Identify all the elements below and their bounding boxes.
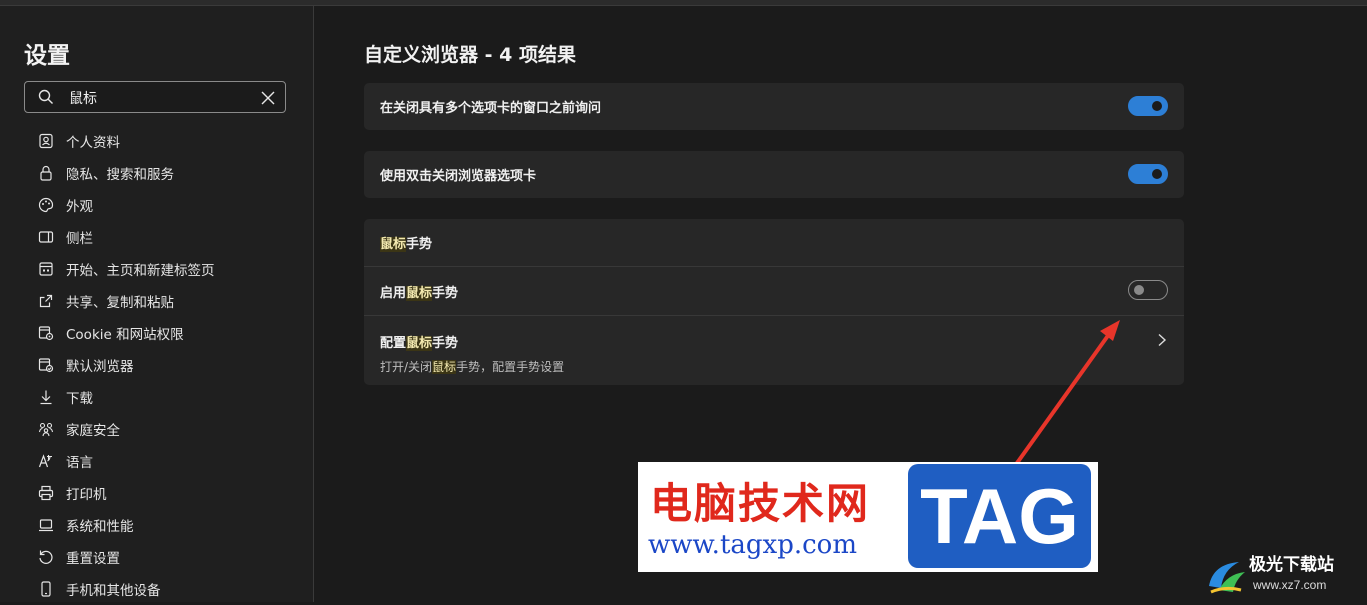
sidebar-item-downloads[interactable]: 下载	[0, 381, 313, 413]
lock-icon	[38, 165, 54, 181]
sidebar-item-system[interactable]: 系统和性能	[0, 509, 313, 541]
sidebar-item-family[interactable]: 家庭安全	[0, 413, 313, 445]
sidebar-title: 设置	[24, 43, 70, 69]
sidebar-item-label: 家庭安全	[66, 423, 120, 439]
sidebar-item-label: 侧栏	[66, 231, 93, 247]
search-highlight: 鼠标	[380, 237, 407, 252]
laptop-icon	[38, 517, 54, 533]
sidebar-item-sidebar[interactable]: 侧栏	[0, 221, 313, 253]
label-prefix: 启用	[380, 285, 407, 301]
setting-card-close-warning: 在关闭具有多个选项卡的窗口之前询问	[364, 83, 1184, 130]
sidebar-item-start-home[interactable]: 开始、主页和新建标签页	[0, 253, 313, 285]
watermark-tag-logo: TAG	[908, 464, 1091, 568]
printer-icon	[38, 485, 54, 501]
desc-prefix: 打开/关闭	[380, 360, 433, 374]
configure-mouse-gesture-row[interactable]: 配置鼠标手势 打开/关闭鼠标手势，配置手势设置	[364, 316, 1184, 385]
watermark-url: www.tagxp.com	[648, 530, 857, 560]
site-permissions-icon	[38, 325, 54, 341]
double-click-close-toggle[interactable]	[1128, 164, 1168, 184]
share-icon	[38, 293, 54, 309]
setting-label: 配置鼠标手势	[380, 332, 458, 351]
search-highlight: 鼠标	[406, 336, 433, 351]
profile-icon	[38, 133, 54, 149]
sidebar-item-label: 语言	[66, 455, 93, 471]
sidebar-item-label: 外观	[66, 199, 93, 215]
sidebar-item-label: 下载	[66, 391, 93, 407]
download-icon	[38, 389, 54, 405]
aurora-logo-icon	[1205, 556, 1249, 596]
setting-card-double-click: 使用双击关闭浏览器选项卡	[364, 151, 1184, 198]
sidebar-item-label: Cookie 和网站权限	[66, 327, 184, 343]
mouse-gesture-card: 鼠标手势 启用鼠标手势 配置鼠标手势 打开/关闭鼠标手势，配置手势设置	[364, 219, 1184, 385]
sidebar-item-label: 重置设置	[66, 551, 120, 567]
sidebar-item-cookies[interactable]: Cookie 和网站权限	[0, 317, 313, 349]
page-title: 自定义浏览器 - 4 项结果	[364, 44, 576, 66]
sidebar-nav: 个人资料 隐私、搜索和服务 外观 侧栏 开始、主页和新建标签页 共享、复制和粘贴…	[0, 125, 313, 605]
sidebar-item-label: 个人资料	[66, 135, 120, 151]
sidebar-item-label: 系统和性能	[66, 519, 134, 535]
search-highlight: 鼠标	[432, 360, 457, 374]
search-highlight: 鼠标	[406, 285, 433, 301]
watermark-banner: 电脑技术网 www.tagxp.com TAG	[638, 462, 1098, 572]
search-input[interactable]: 鼠标	[69, 88, 97, 108]
label-suffix: 手势	[432, 336, 459, 351]
sidebar-item-language[interactable]: 语言	[0, 445, 313, 477]
heading-rest: 手势	[406, 237, 433, 252]
settings-sidebar: 设置 鼠标 个人资料 隐私、搜索和服务 外观 侧栏 开始、主页和新建标签页 共享…	[0, 6, 314, 602]
sidebar-item-default-browser[interactable]: 默认浏览器	[0, 349, 313, 381]
sidebar-item-appearance[interactable]: 外观	[0, 189, 313, 221]
clear-search-icon[interactable]	[261, 90, 275, 105]
watermark-site-name: 电脑技术网	[650, 479, 871, 528]
sidebar-item-label: 手机和其他设备	[66, 583, 161, 599]
toggle-knob	[1152, 169, 1162, 179]
sidebar-item-label: 共享、复制和粘贴	[66, 295, 174, 311]
enable-mouse-gesture-toggle[interactable]	[1128, 280, 1168, 300]
setting-label: 在关闭具有多个选项卡的窗口之前询问	[380, 101, 602, 116]
sidebar-item-label: 打印机	[66, 487, 107, 503]
language-icon	[38, 453, 54, 469]
setting-row-double-click: 使用双击关闭浏览器选项卡	[364, 151, 1184, 198]
corner-logo-url: www.xz7.com	[1253, 578, 1327, 592]
label-suffix: 手势	[432, 285, 459, 301]
enable-mouse-gesture-row: 启用鼠标手势	[364, 267, 1184, 315]
sidebar-item-privacy[interactable]: 隐私、搜索和服务	[0, 157, 313, 189]
toggle-knob	[1134, 285, 1144, 295]
setting-row-close-warning: 在关闭具有多个选项卡的窗口之前询问	[364, 83, 1184, 130]
setting-label: 使用双击关闭浏览器选项卡	[380, 169, 537, 184]
mouse-gesture-heading: 鼠标手势	[380, 233, 432, 252]
setting-label: 启用鼠标手势	[380, 282, 458, 301]
sidebar-item-share[interactable]: 共享、复制和粘贴	[0, 285, 313, 317]
close-warning-toggle[interactable]	[1128, 96, 1168, 116]
search-icon	[38, 89, 54, 105]
sidebar-item-printers[interactable]: 打印机	[0, 477, 313, 509]
sidebar-item-label: 开始、主页和新建标签页	[66, 263, 215, 279]
sidebar-item-profile[interactable]: 个人资料	[0, 125, 313, 157]
setting-description: 打开/关闭鼠标手势，配置手势设置	[380, 358, 564, 375]
home-page-icon	[38, 261, 54, 277]
toggle-knob	[1152, 101, 1162, 111]
family-icon	[38, 421, 54, 437]
sidebar-item-label: 隐私、搜索和服务	[66, 167, 174, 183]
sidebar-item-label: 默认浏览器	[66, 359, 134, 375]
corner-logo-name: 极光下载站	[1249, 555, 1334, 575]
default-browser-icon	[38, 357, 54, 373]
desc-suffix: 手势，配置手势设置	[456, 360, 565, 374]
search-settings-box[interactable]: 鼠标	[24, 81, 286, 113]
label-prefix: 配置	[380, 336, 407, 351]
sidebar-icon	[38, 229, 54, 245]
phone-icon	[38, 581, 54, 597]
mouse-gesture-heading-row: 鼠标手势	[364, 219, 1184, 266]
corner-logo: 极光下载站 www.xz7.com	[1205, 550, 1365, 600]
chevron-right-icon	[1156, 332, 1168, 347]
sidebar-item-reset[interactable]: 重置设置	[0, 541, 313, 573]
sidebar-item-phone[interactable]: 手机和其他设备	[0, 573, 313, 605]
reset-icon	[38, 549, 54, 565]
palette-icon	[38, 197, 54, 213]
